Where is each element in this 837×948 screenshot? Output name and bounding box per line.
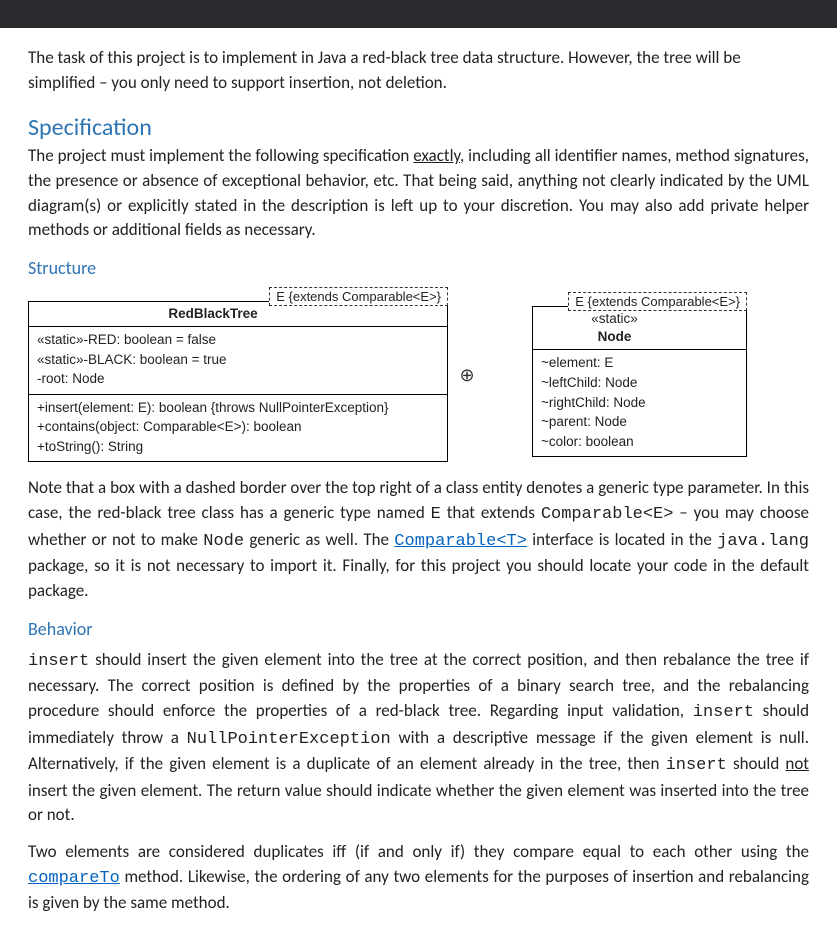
uml-attr: ~parent: Node	[541, 412, 738, 432]
code-insert: insert	[693, 703, 754, 722]
beh-text: insert the given element. The return val…	[28, 780, 809, 826]
uml-class-redblacktree: E {extends Comparable<E>} RedBlackTree «…	[28, 287, 448, 463]
uml-attr: -root: Node	[37, 369, 439, 389]
code-java-lang: java.lang	[717, 532, 809, 551]
specification-heading: Specification	[28, 113, 809, 142]
note-text: interface is located in the	[527, 529, 717, 550]
structure-note-paragraph: Note that a box with a dashed border ove…	[28, 476, 809, 603]
note-text: generic as well. The	[244, 529, 394, 550]
uml-name-right: Node	[598, 329, 632, 344]
uml-diagram: E {extends Comparable<E>} RedBlackTree «…	[28, 287, 809, 463]
uml-op: +toString(): String	[37, 437, 439, 457]
top-dark-bar	[0, 0, 837, 28]
uml-title-right: «static» Node	[533, 307, 746, 350]
document-page: The task of this project is to implement…	[0, 28, 837, 948]
beh2-text: method. Likewise, the ordering of any tw…	[28, 866, 809, 914]
behavior-paragraph-2: Two elements are considered duplicates i…	[28, 840, 809, 916]
code-E: E	[431, 505, 441, 524]
uml-attr: ~color: boolean	[541, 432, 738, 452]
underline-not: not	[785, 753, 809, 774]
uml-ops-left: +insert(element: E): boolean {throws Nul…	[29, 395, 447, 462]
uml-attrs-left: «static»-RED: boolean = false «static»-B…	[29, 327, 447, 395]
code-insert: insert	[666, 756, 727, 775]
intro-paragraph: The task of this project is to implement…	[28, 46, 809, 95]
note-text: package, so it is not necessary to impor…	[28, 555, 809, 601]
link-comparable-t[interactable]: Comparable<T>	[394, 532, 527, 551]
spec-exactly: exactly	[413, 145, 460, 166]
code-comparable-e: Comparable<E>	[541, 505, 674, 524]
uml-class-node: E {extends Comparable<E>} «static» Node …	[532, 292, 747, 457]
structure-heading: Structure	[28, 257, 809, 279]
uml-attr: ~leftChild: Node	[541, 373, 738, 393]
generic-tag-left: E {extends Comparable<E>}	[269, 287, 448, 306]
spec-text-pre: The project must implement the following…	[28, 145, 413, 166]
behavior-heading: Behavior	[28, 618, 809, 640]
uml-attr: «static»-BLACK: boolean = true	[37, 350, 439, 370]
behavior-paragraph-1: insert should insert the given element i…	[28, 648, 809, 828]
specification-paragraph: The project must implement the following…	[28, 144, 809, 243]
link-compareto[interactable]: compareTo	[28, 869, 120, 888]
code-npe: NullPointerException	[187, 730, 391, 749]
nested-class-connector-icon: ⊕	[456, 364, 478, 386]
code-insert: insert	[28, 652, 89, 671]
uml-op: +contains(object: Comparable<E>): boolea…	[37, 417, 439, 437]
beh2-text: Two elements are considered duplicates i…	[28, 841, 809, 862]
note-text: that extends	[441, 502, 541, 523]
code-node: Node	[203, 532, 244, 551]
uml-stereotype: «static»	[543, 310, 686, 328]
uml-attr: ~rightChild: Node	[541, 393, 738, 413]
uml-attrs-right: ~element: E ~leftChild: Node ~rightChild…	[533, 350, 746, 456]
uml-op: +insert(element: E): boolean {throws Nul…	[37, 398, 439, 418]
beh-text: should	[727, 753, 786, 774]
uml-attr: ~element: E	[541, 353, 738, 373]
uml-attr: «static»-RED: boolean = false	[37, 330, 439, 350]
generic-tag-right: E {extends Comparable<E>}	[568, 292, 747, 311]
